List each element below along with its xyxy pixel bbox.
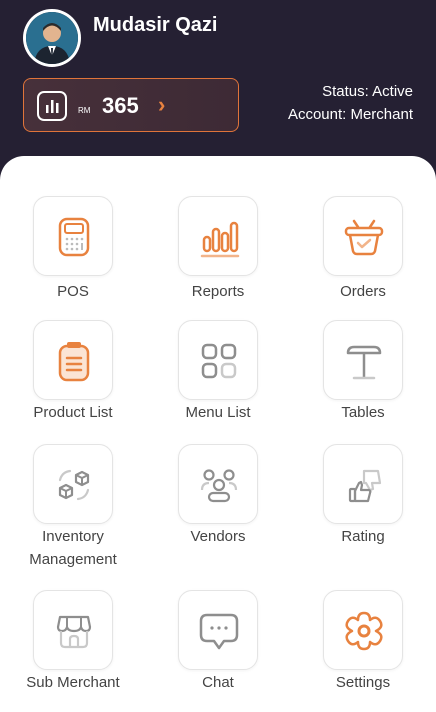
- thumbs-up-down-icon: [348, 469, 382, 503]
- chat-bubble-icon: [199, 613, 239, 650]
- users-group-icon: [200, 469, 238, 503]
- vendors-tile[interactable]: [178, 444, 258, 524]
- tables-label: Tables: [341, 404, 385, 421]
- product-list-label: Product List: [33, 404, 113, 421]
- pos-label: POS: [57, 283, 89, 300]
- bar-chart-icon: [37, 91, 67, 121]
- inventory-cycle-icon: [58, 469, 90, 501]
- balance-value: 365: [102, 93, 139, 118]
- store-icon: [56, 615, 92, 649]
- settings-tile[interactable]: [323, 590, 403, 670]
- grid-icon: [201, 343, 237, 379]
- tables-tile[interactable]: [323, 320, 403, 400]
- menu-list-label: Menu List: [185, 404, 251, 421]
- pos-tile[interactable]: [33, 196, 113, 276]
- header: Mudasir Qazi RM 365 › Status: Active Acc…: [0, 0, 436, 170]
- account-text: Account: Merchant: [287, 106, 413, 123]
- settings-label: Settings: [335, 674, 391, 691]
- orders-label: Orders: [340, 283, 386, 300]
- menu-list-tile[interactable]: [178, 320, 258, 400]
- vendors-label: Vendors: [190, 528, 246, 545]
- chat-label: Chat: [202, 674, 234, 691]
- chat-tile[interactable]: [178, 590, 258, 670]
- chevron-right-icon[interactable]: ›: [158, 92, 165, 118]
- inventory-label-line1: Inventory: [42, 528, 104, 545]
- avatar-image: [26, 12, 78, 64]
- balance-card[interactable]: RM 365 ›: [23, 78, 239, 132]
- calculator-icon: [58, 217, 90, 257]
- table-icon: [346, 345, 382, 380]
- reports-label: Reports: [191, 283, 245, 300]
- basket-icon: [344, 219, 384, 256]
- rating-tile[interactable]: [323, 444, 403, 524]
- rating-label: Rating: [341, 528, 385, 545]
- clipboard-list-icon: [58, 342, 90, 382]
- orders-tile[interactable]: [323, 196, 403, 276]
- avatar[interactable]: [23, 9, 81, 67]
- product-list-tile[interactable]: [33, 320, 113, 400]
- bar-chart-icon: [200, 221, 240, 258]
- user-name: Mudasir Qazi: [93, 14, 218, 36]
- currency-label: RM: [78, 106, 91, 115]
- sub-merchant-tile[interactable]: [33, 590, 113, 670]
- flower-gear-icon: [345, 611, 383, 651]
- reports-tile[interactable]: [178, 196, 258, 276]
- menu-panel: POS Reports Orders Product List Menu Lis…: [0, 156, 436, 712]
- inventory-tile[interactable]: [33, 444, 113, 524]
- sub-merchant-label: Sub Merchant: [26, 674, 120, 691]
- inventory-label-line2: Management: [29, 551, 117, 568]
- status-text: Status: Active: [322, 83, 413, 100]
